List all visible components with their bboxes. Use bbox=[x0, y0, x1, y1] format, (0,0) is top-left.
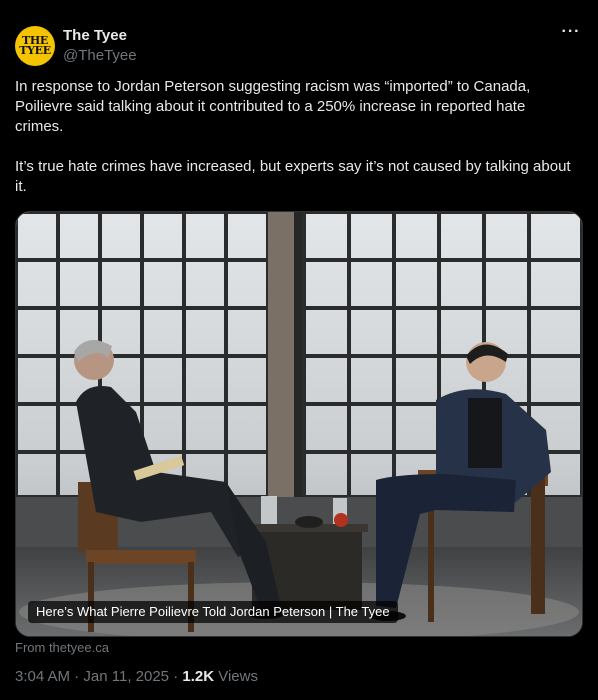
author-handle[interactable]: @TheTyee bbox=[63, 46, 137, 66]
video-title-caption: Here’s What Pierre Poilievre Told Jordan… bbox=[28, 601, 398, 623]
tweet-text: In response to Jordan Peterson suggestin… bbox=[15, 77, 575, 197]
tweet-header: THE TYEE The Tyee @TheTyee ··· bbox=[15, 24, 583, 68]
tweet-paragraph-2: It’s true hate crimes have increased, bu… bbox=[15, 158, 571, 195]
avatar[interactable]: THE TYEE bbox=[15, 26, 55, 66]
tweet-date[interactable]: Jan 11, 2025 bbox=[83, 668, 169, 685]
tweet-meta: 3:04 AM · Jan 11, 2025 · 1.2K Views bbox=[15, 668, 258, 685]
tweet-paragraph-1: In response to Jordan Peterson suggestin… bbox=[15, 78, 531, 135]
meta-separator: · bbox=[74, 668, 80, 685]
link-source[interactable]: From thetyee.ca bbox=[15, 640, 109, 655]
views-count: 1.2K bbox=[182, 668, 215, 685]
author-names: The Tyee @TheTyee bbox=[63, 26, 137, 66]
more-options-icon[interactable]: ··· bbox=[559, 24, 583, 46]
views-label: Views bbox=[218, 668, 258, 685]
video-thumbnail[interactable]: Here’s What Pierre Poilievre Told Jordan… bbox=[15, 211, 583, 637]
interview-scene-image bbox=[16, 212, 582, 636]
tweet-time[interactable]: 3:04 AM bbox=[15, 668, 70, 685]
tweet-card: THE TYEE The Tyee @TheTyee ··· In respon… bbox=[0, 0, 598, 700]
author-display-name[interactable]: The Tyee bbox=[63, 26, 137, 46]
avatar-logo-line2: TYEE bbox=[19, 44, 51, 57]
meta-separator: · bbox=[173, 668, 179, 685]
